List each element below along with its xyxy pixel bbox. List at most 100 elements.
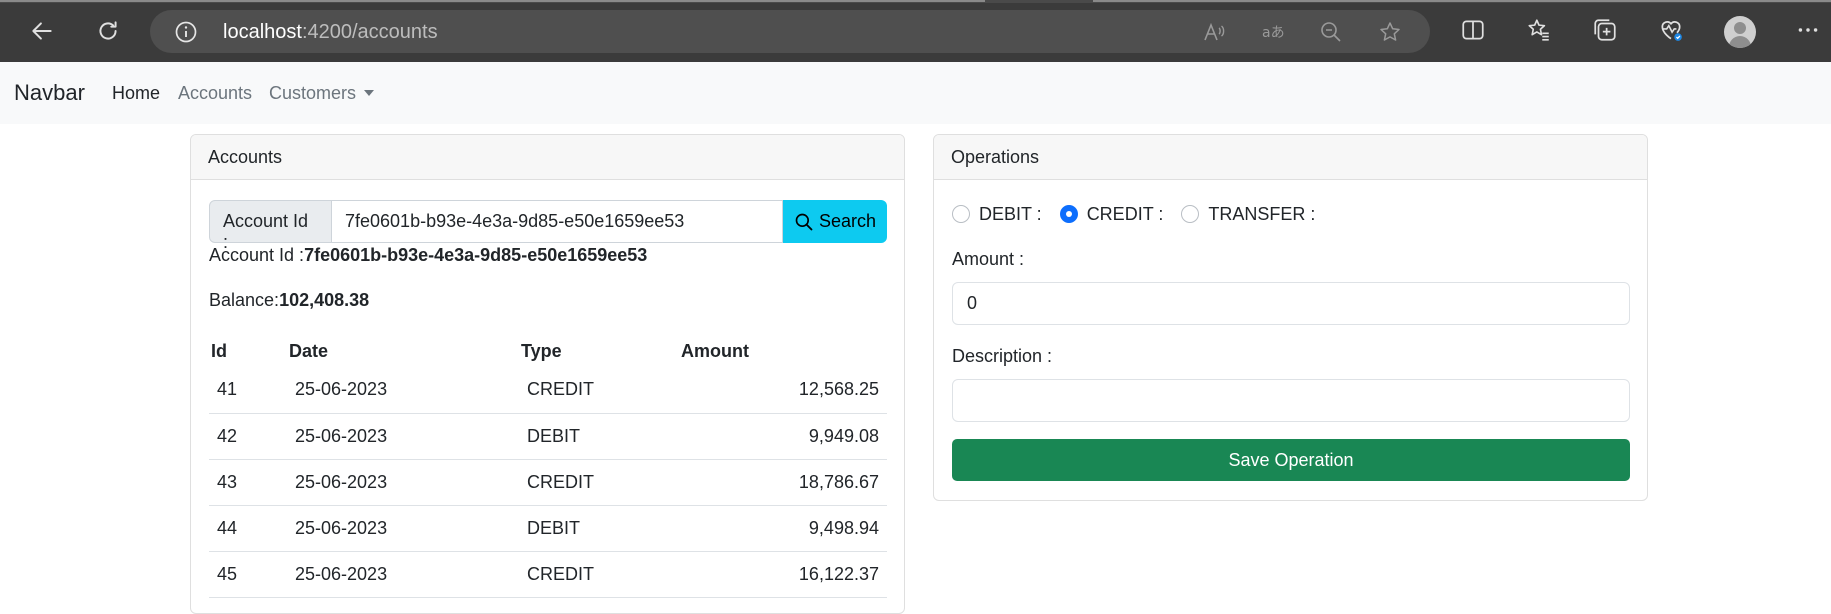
radio-transfer[interactable] bbox=[1181, 205, 1200, 223]
avatar-head bbox=[1734, 22, 1746, 34]
refresh-button[interactable] bbox=[88, 12, 128, 50]
cell-id: 42 bbox=[209, 413, 287, 460]
star-icon bbox=[1380, 22, 1400, 41]
cell-type: CREDIT bbox=[519, 367, 679, 414]
tab-indicator bbox=[1093, 0, 1831, 2]
profile-avatar[interactable] bbox=[1724, 16, 1756, 48]
cell-date: 25-06-2023 bbox=[287, 459, 519, 506]
cell-id: 41 bbox=[209, 367, 287, 414]
cell-type: DEBIT bbox=[519, 505, 679, 552]
save-operation-button[interactable]: Save Operation bbox=[952, 439, 1630, 481]
description-input[interactable] bbox=[952, 379, 1630, 422]
column-header-amount: Amount bbox=[681, 340, 749, 361]
split-screen-button[interactable] bbox=[1458, 15, 1488, 45]
balance-label: Balance: bbox=[209, 290, 280, 310]
table-row: 45 25-06-2023 CREDIT 16,122.37 bbox=[209, 551, 887, 598]
browser-toolbar: localhost:4200/accounts aあ bbox=[0, 0, 1831, 62]
cell-amount: 16,122.37 bbox=[679, 551, 887, 598]
search-icon bbox=[795, 213, 813, 230]
cell-date: 25-06-2023 bbox=[287, 551, 519, 598]
split-screen-icon bbox=[1462, 20, 1484, 40]
cell-type: DEBIT bbox=[519, 413, 679, 460]
heart-pulse-icon bbox=[1661, 21, 1682, 41]
radio-debit-label: DEBIT : bbox=[979, 203, 1042, 224]
zoom-out-icon bbox=[1321, 22, 1341, 42]
cell-amount: 18,786.67 bbox=[679, 459, 887, 506]
avatar-body bbox=[1729, 36, 1751, 48]
balance-line: Balance:102,408.38 bbox=[209, 290, 369, 311]
table-row: 43 25-06-2023 CREDIT 18,786.67 bbox=[209, 459, 887, 506]
amount-input[interactable]: 0 bbox=[952, 282, 1630, 325]
table-row: 42 25-06-2023 DEBIT 9,949.08 bbox=[209, 413, 887, 460]
refresh-icon bbox=[99, 21, 117, 40]
account-id-addon: Account Id : bbox=[209, 200, 332, 252]
table-row: 41 25-06-2023 CREDIT 12,568.25 bbox=[209, 367, 887, 414]
back-button[interactable] bbox=[22, 12, 62, 50]
cell-id: 45 bbox=[209, 551, 287, 598]
more-icon bbox=[1798, 28, 1818, 32]
account-search-group: Account Id : 7fe0601b-b93e-4e3a-9d85-e50… bbox=[209, 200, 887, 252]
account-id-line: Account Id :7fe0601b-b93e-4e3a-9d85-e50e… bbox=[209, 245, 647, 266]
app-navbar: Navbar Home Accounts Customers bbox=[0, 62, 1831, 124]
translate-icon: aあ bbox=[1262, 25, 1285, 41]
table-row: 44 25-06-2023 DEBIT 9,498.94 bbox=[209, 505, 887, 552]
cell-date: 25-06-2023 bbox=[287, 367, 519, 414]
read-aloud-button[interactable] bbox=[1200, 18, 1228, 46]
account-id-label: Account Id : bbox=[209, 245, 305, 265]
favorite-button[interactable] bbox=[1376, 18, 1404, 46]
settings-more-button[interactable] bbox=[1793, 15, 1823, 45]
cell-date: 25-06-2023 bbox=[287, 413, 519, 460]
amount-label: Amount : bbox=[952, 249, 1025, 269]
table-header-row: Id Date Type Amount bbox=[209, 335, 887, 367]
read-aloud-icon bbox=[1204, 22, 1225, 41]
account-id-value: 7fe0601b-b93e-4e3a-9d85-e50e1659ee53 bbox=[304, 245, 648, 265]
url-path: :4200/accounts bbox=[301, 21, 438, 43]
svg-text:aあ: aあ bbox=[1262, 25, 1285, 41]
operations-card-header: Operations bbox=[934, 135, 1647, 180]
search-button[interactable]: Search bbox=[783, 200, 887, 243]
cell-type: CREDIT bbox=[519, 459, 679, 506]
search-button-label: Search bbox=[818, 211, 877, 231]
tab-indicator bbox=[0, 0, 985, 2]
account-id-input[interactable]: 7fe0601b-b93e-4e3a-9d85-e50e1659ee53 bbox=[332, 200, 783, 243]
cell-id: 44 bbox=[209, 505, 287, 552]
zoom-out-button[interactable] bbox=[1317, 18, 1345, 46]
operations-table: Id Date Type Amount 41 25-06-2023 CREDIT… bbox=[209, 335, 887, 598]
favorites-button[interactable] bbox=[1524, 15, 1554, 45]
cell-amount: 9,498.94 bbox=[679, 505, 887, 552]
site-info-icon[interactable] bbox=[174, 20, 198, 44]
nav-link-customers-label: Customers bbox=[269, 83, 357, 103]
operation-type-group: DEBIT : CREDIT : TRANSFER : bbox=[952, 202, 1333, 226]
url-text: localhost:4200/accounts bbox=[223, 20, 438, 44]
cell-type: CREDIT bbox=[519, 551, 679, 598]
radio-credit-label: CREDIT : bbox=[1086, 203, 1164, 224]
cell-amount: 9,949.08 bbox=[679, 413, 887, 460]
operations-card: Operations DEBIT : CREDIT : TRANSFER : A… bbox=[933, 134, 1648, 501]
balance-value: 102,408.38 bbox=[279, 290, 370, 310]
accounts-card: Accounts Account Id : 7fe0601b-b93e-4e3a… bbox=[190, 134, 905, 614]
collections-button[interactable] bbox=[1590, 15, 1620, 45]
nav-dropdown-customers[interactable]: Customers bbox=[269, 83, 375, 104]
column-header-type: Type bbox=[521, 340, 562, 361]
translate-button[interactable]: aあ bbox=[1259, 18, 1287, 46]
radio-debit[interactable] bbox=[952, 205, 970, 223]
navbar-brand[interactable]: Navbar bbox=[14, 80, 85, 106]
url-host: localhost bbox=[223, 21, 302, 43]
cell-date: 25-06-2023 bbox=[287, 505, 519, 552]
description-label: Description : bbox=[952, 346, 1053, 366]
browser-essentials-button[interactable] bbox=[1656, 15, 1686, 45]
column-header-id: Id bbox=[211, 340, 227, 361]
nav-link-accounts[interactable]: Accounts bbox=[178, 83, 252, 104]
favorites-icon bbox=[1528, 19, 1549, 41]
nav-link-home[interactable]: Home bbox=[112, 83, 160, 104]
cell-id: 43 bbox=[209, 459, 287, 506]
cell-amount: 12,568.25 bbox=[679, 367, 887, 414]
collections-icon bbox=[1594, 19, 1616, 41]
radio-transfer-label: TRANSFER : bbox=[1208, 203, 1316, 224]
accounts-card-header: Accounts bbox=[191, 135, 904, 180]
back-arrow-icon bbox=[32, 22, 52, 40]
address-bar[interactable]: localhost:4200/accounts aあ bbox=[150, 10, 1430, 53]
dropdown-caret-icon bbox=[364, 90, 375, 96]
radio-credit[interactable] bbox=[1059, 205, 1078, 223]
column-header-date: Date bbox=[289, 340, 329, 361]
